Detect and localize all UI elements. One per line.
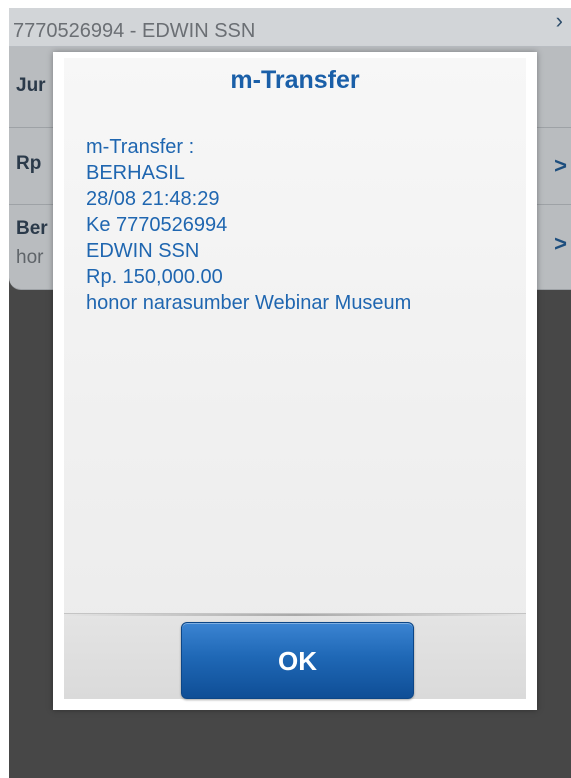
form-row-label: Rp [16, 153, 42, 174]
message-line-status: BERHASIL [86, 162, 185, 184]
dialog-footer: OK [64, 613, 526, 699]
form-row-value: hor [16, 247, 44, 268]
transfer-result-dialog: m-Transfer m-Transfer : BERHASIL 28/08 2… [53, 52, 537, 710]
form-row-label: Jur [16, 75, 46, 96]
ok-button[interactable]: OK [181, 622, 414, 699]
dialog-body: m-Transfer m-Transfer : BERHASIL 28/08 2… [64, 58, 526, 699]
chevron-right-icon: > [554, 231, 567, 256]
chevron-right-icon: > [554, 153, 567, 178]
dialog-title: m-Transfer [230, 66, 360, 94]
message-line-account: Ke 7770526994 [86, 214, 228, 236]
message-line-name: EDWIN SSN [86, 240, 200, 262]
message-line-note: honor narasumber Webinar Museum [86, 292, 412, 314]
chevron-right-icon: › [555, 8, 563, 33]
recipient-header-text: 7770526994 - EDWIN SSN [13, 20, 256, 42]
form-row-label: Ber [16, 218, 48, 239]
message-line-amount: Rp. 150,000.00 [86, 266, 223, 288]
ok-button-label: OK [278, 646, 317, 676]
message-line-datetime: 28/08 21:48:29 [86, 188, 220, 210]
recipient-header: 7770526994 - EDWIN SSN › [9, 8, 571, 47]
message-line-heading: m-Transfer : [86, 136, 195, 158]
dialog-message: m-Transfer : BERHASIL 28/08 21:48:29 Ke … [86, 134, 516, 316]
